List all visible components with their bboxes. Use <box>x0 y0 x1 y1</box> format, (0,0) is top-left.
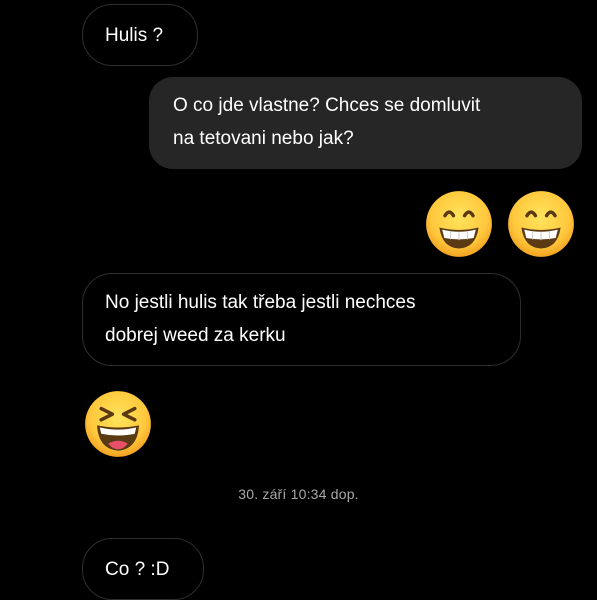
message-bubble-incoming[interactable]: Co ? :D <box>82 538 204 600</box>
message-text: O co jde vlastne? Chces se domluvit <box>173 95 481 116</box>
laughing-squinting-face-icon[interactable] <box>83 389 153 459</box>
message-text: Co ? :D <box>105 559 170 580</box>
message-timestamp: 30. září 10:34 dop. <box>238 486 359 502</box>
message-text: No jestli hulis tak třeba jestli nechces <box>105 292 416 313</box>
message-text: dobrej weed za kerku <box>105 325 286 346</box>
message-bubble-incoming[interactable]: Hulis ? <box>82 4 198 66</box>
message-bubble-incoming[interactable]: No jestli hulis tak třeba jestli nechces… <box>82 273 521 366</box>
message-text: Hulis ? <box>105 25 164 46</box>
message-bubble-outgoing[interactable]: O co jde vlastne? Chces se domluvit na t… <box>149 77 582 169</box>
grinning-face-icon[interactable] <box>506 189 576 259</box>
grinning-face-icon[interactable] <box>424 189 494 259</box>
message-text: na tetovani nebo jak? <box>173 128 354 149</box>
